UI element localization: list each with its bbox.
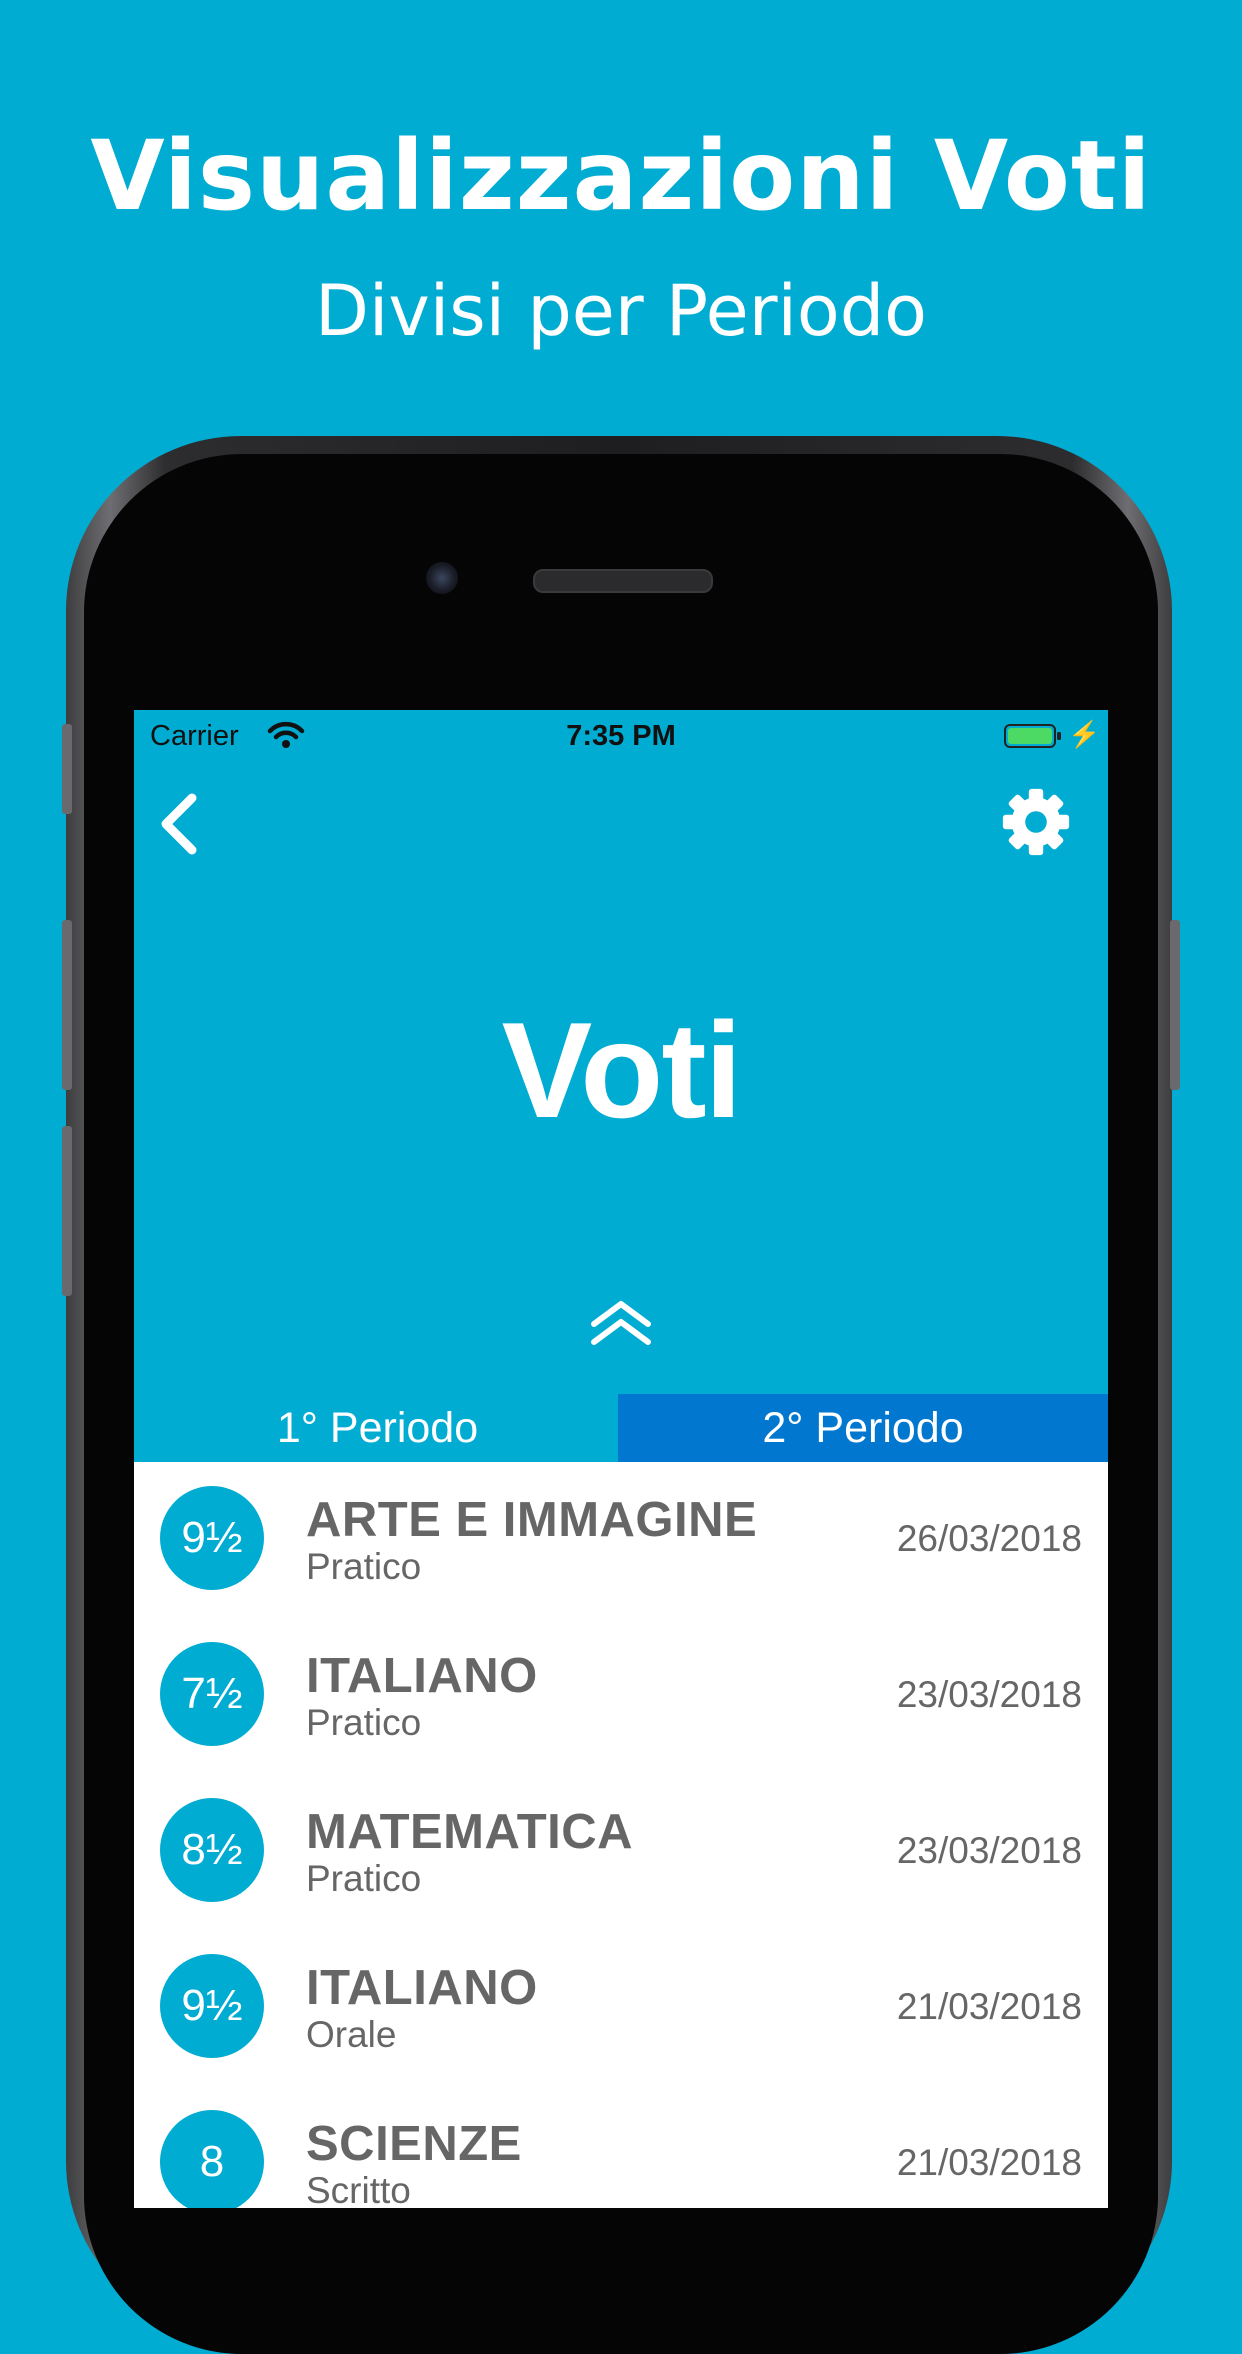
subject-name: ITALIANO [306,1961,538,2015]
subject-name: ITALIANO [306,1649,538,1703]
grade-type: Scritto [306,2170,411,2208]
grade-type: Pratico [306,1702,422,1743]
volume-down-button [62,1126,72,1296]
battery-icon [1004,724,1061,748]
list-item[interactable]: 8½ MATEMATICA Pratico 23/03/2018 [134,1774,1108,1930]
subject-name: ARTE E IMMAGINE [306,1493,758,1547]
grades-list: 9½ ARTE E IMMAGINE Pratico 26/03/2018 7½… [134,1462,1108,2208]
list-item[interactable]: 7½ ITALIANO Pratico 23/03/2018 [134,1618,1108,1774]
power-button [1170,920,1180,1090]
subject-name: SCIENZE [306,2117,522,2171]
tab-second-period[interactable]: 2° Periodo [618,1394,1108,1462]
charging-bolt-icon: ⚡ [1068,719,1101,749]
grade-badge: 8½ [160,1798,264,1902]
double-chevron-up-icon[interactable] [586,1298,656,1348]
mute-switch [62,724,72,814]
grade-date: 21/03/2018 [896,2142,1082,2183]
promo-title: Visualizzazioni Voti [90,120,1152,232]
volume-up-button [62,920,72,1090]
grade-badge: 9½ [160,1486,264,1590]
tab-first-period[interactable]: 1° Periodo [134,1394,621,1462]
grade-type: Pratico [306,1546,422,1587]
grade-date: 26/03/2018 [896,1518,1082,1559]
grade-badge: 7½ [160,1642,264,1746]
earpiece-speaker [533,569,713,593]
subject-name: MATEMATICA [306,1805,634,1859]
back-icon[interactable] [148,786,212,862]
grade-badge: 9½ [160,1954,264,2058]
status-bar: Carrier 7:35 PM ⚡ [134,710,1108,766]
grade-date: 23/03/2018 [896,1830,1082,1871]
grade-type: Orale [306,2014,397,2055]
front-camera [426,562,458,594]
gear-icon[interactable] [1000,786,1072,858]
app-screen: Carrier 7:35 PM ⚡ Voti 1° Periodo 2° Per… [134,710,1108,2208]
list-item[interactable]: 9½ ITALIANO Orale 21/03/2018 [134,1930,1108,2086]
grade-date: 21/03/2018 [896,1986,1082,2027]
grade-date: 23/03/2018 [896,1674,1082,1715]
status-time: 7:35 PM [566,720,676,752]
promo-subtitle: Divisi per Periodo [314,270,928,352]
page-title: Voti [501,994,743,1146]
list-item[interactable]: 8 SCIENZE Scritto 21/03/2018 [134,2086,1108,2208]
grade-type: Pratico [306,1858,422,1899]
grade-badge: 8 [160,2110,264,2208]
list-item[interactable]: 9½ ARTE E IMMAGINE Pratico 26/03/2018 [134,1462,1108,1618]
